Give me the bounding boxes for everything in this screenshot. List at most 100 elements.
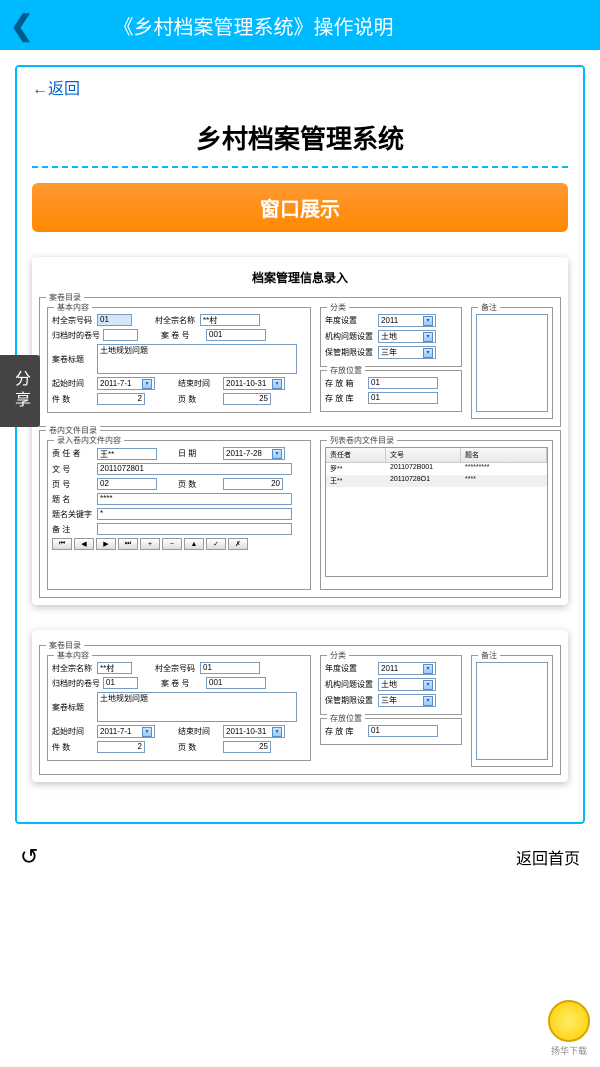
group-main-2: 案卷目录 基本内容 村全宗名称 **村 村全宗号码 01 归档时的卷号 01 xyxy=(39,645,561,775)
end-label-2: 结束时间 xyxy=(178,726,220,737)
col-title: 题名 xyxy=(461,448,547,462)
code-label-2: 村全宗号码 xyxy=(155,663,197,674)
group-storage-label: 存放位置 xyxy=(327,365,365,376)
name-label-2: 村全宗名称 xyxy=(52,663,94,674)
table-row[interactable]: 罗** 2011072B001 ********* xyxy=(326,463,547,475)
date-select[interactable]: 2011-7-28▾ xyxy=(223,447,285,460)
name-input-2[interactable]: **村 xyxy=(97,662,132,674)
page-title: 乡村档案管理系统 xyxy=(32,119,568,156)
entry-title-input[interactable]: **** xyxy=(97,493,292,505)
keyword-input[interactable]: * xyxy=(97,508,292,520)
code-input[interactable]: 01 xyxy=(97,314,132,326)
pages-input-2[interactable]: 25 xyxy=(223,741,271,753)
responsible-label: 责 任 者 xyxy=(52,448,94,459)
bottom-home-button[interactable]: 返回首页 xyxy=(516,845,580,869)
org-label: 机构问题设置 xyxy=(325,331,375,342)
group-basic: 基本内容 村全宗号码 01 村全宗名称 **村 归档时的卷号 案 卷 号 001 xyxy=(47,307,311,413)
main-content: ←返回 乡村档案管理系统 窗口展示 档案管理信息录入 案卷目录 基本内容 村全宗… xyxy=(15,65,585,824)
start-select-2[interactable]: 2011-7-1▾ xyxy=(97,725,155,738)
end-select[interactable]: 2011-10-31▾ xyxy=(223,377,285,390)
remark-input[interactable] xyxy=(476,314,548,412)
group-list: 列表卷内文件目录 责任者 文号 题名 罗** 2011072B001 *****… xyxy=(320,440,553,590)
nav-next-button[interactable]: ▶ xyxy=(96,538,116,550)
file-table[interactable]: 责任者 文号 题名 罗** 2011072B001 ********* 王** xyxy=(325,447,548,577)
org-label-2: 机构问题设置 xyxy=(325,679,375,690)
group-storage-2: 存放位置 存 放 库 01 xyxy=(320,718,462,745)
start-label-2: 起始时间 xyxy=(52,726,94,737)
remark-input-2[interactable] xyxy=(476,662,548,760)
nav-add-button[interactable]: + xyxy=(140,538,160,550)
title-input[interactable]: 土地规划问题 xyxy=(97,344,297,374)
store-input-2[interactable]: 01 xyxy=(368,725,438,737)
group-storage: 存放位置 存 放 箱 01 存 放 库 01 xyxy=(320,370,462,412)
name-input[interactable]: **村 xyxy=(200,314,260,326)
pagenum-label: 页 号 xyxy=(52,479,94,490)
back-link[interactable]: ←返回 xyxy=(32,75,568,99)
code-input-2[interactable]: 01 xyxy=(200,662,260,674)
group-remark-label: 备注 xyxy=(478,302,500,313)
pages-label-2: 页 数 xyxy=(178,742,220,753)
start-label: 起始时间 xyxy=(52,378,94,389)
archive-num-input-2[interactable]: 01 xyxy=(103,677,138,689)
group-entry-label: 录入卷内文件内容 xyxy=(54,435,124,446)
count-input-2[interactable]: 2 xyxy=(97,741,145,753)
title-input-2[interactable]: 土地规划问题 xyxy=(97,692,297,722)
year-select[interactable]: 2011▾ xyxy=(378,314,436,327)
screenshot-card-2: 案卷目录 基本内容 村全宗名称 **村 村全宗号码 01 归档时的卷号 01 xyxy=(32,630,568,782)
table-row[interactable]: 王** 20110728O1 **** xyxy=(326,475,547,487)
group-list-label: 列表卷内文件目录 xyxy=(327,435,397,446)
keyword-label: 题名关键字 xyxy=(52,509,94,520)
pages-input[interactable]: 25 xyxy=(223,393,271,405)
pages-label: 页 数 xyxy=(178,394,220,405)
group-category-label-2: 分类 xyxy=(327,650,349,661)
responsible-input[interactable]: 王** xyxy=(97,448,157,460)
docnum-input[interactable]: 2011072801 xyxy=(97,463,292,475)
nav-toolbar: ⏮ ◀ ▶ ⏭ + − ▲ ✓ ✗ xyxy=(52,538,306,550)
group-remark: 备注 xyxy=(471,307,553,419)
nav-cancel-button[interactable]: ✗ xyxy=(228,538,248,550)
watermark-badge-icon xyxy=(548,1000,590,1042)
start-select[interactable]: 2011-7-1▾ xyxy=(97,377,155,390)
nav-save-button[interactable]: ✓ xyxy=(206,538,226,550)
retain-label-2: 保管期限设置 xyxy=(325,695,375,706)
back-icon[interactable]: ❮ xyxy=(10,9,33,42)
volume-label-2: 案 卷 号 xyxy=(161,678,203,689)
nav-last-button[interactable]: ⏭ xyxy=(118,538,138,550)
code-label: 村全宗号码 xyxy=(52,315,94,326)
pagecount-input[interactable]: 20 xyxy=(223,478,283,490)
volume-input[interactable]: 001 xyxy=(206,329,266,341)
retain-select-2[interactable]: 三年▾ xyxy=(378,694,436,707)
box-input[interactable]: 01 xyxy=(368,377,438,389)
title-label-2: 案卷标题 xyxy=(52,702,94,713)
org-select-2[interactable]: 土地▾ xyxy=(378,678,436,691)
pagecount-label: 页 数 xyxy=(178,479,220,490)
group-category-label: 分类 xyxy=(327,302,349,313)
name-label: 村全宗名称 xyxy=(155,315,197,326)
year-select-2[interactable]: 2011▾ xyxy=(378,662,436,675)
col-docnum: 文号 xyxy=(386,448,461,462)
volume-label: 案 卷 号 xyxy=(161,330,203,341)
header-title: 《乡村档案管理系统》操作说明 xyxy=(113,11,393,40)
retain-select[interactable]: 三年▾ xyxy=(378,346,436,359)
date-label: 日 期 xyxy=(178,448,220,459)
org-select[interactable]: 土地▾ xyxy=(378,330,436,343)
volume-input-2[interactable]: 001 xyxy=(206,677,266,689)
nav-delete-button[interactable]: − xyxy=(162,538,182,550)
nav-first-button[interactable]: ⏮ xyxy=(52,538,72,550)
end-label: 结束时间 xyxy=(178,378,220,389)
group-category: 分类 年度设置 2011▾ 机构问题设置 土地▾ xyxy=(320,307,462,367)
group-basic-2: 基本内容 村全宗名称 **村 村全宗号码 01 归档时的卷号 01 案 卷 号 … xyxy=(47,655,311,761)
archive-num-input[interactable] xyxy=(103,329,138,341)
count-input[interactable]: 2 xyxy=(97,393,145,405)
share-tab[interactable]: 分享 xyxy=(0,355,40,427)
nav-prev-button[interactable]: ◀ xyxy=(74,538,94,550)
nav-edit-button[interactable]: ▲ xyxy=(184,538,204,550)
group-category-2: 分类 年度设置 2011▾ 机构问题设置 土地▾ xyxy=(320,655,462,715)
store-input[interactable]: 01 xyxy=(368,392,438,404)
end-select-2[interactable]: 2011-10-31▾ xyxy=(223,725,285,738)
bottom-back-icon[interactable]: ↺ xyxy=(20,844,38,870)
pagenum-input[interactable]: 02 xyxy=(97,478,157,490)
divider xyxy=(32,166,568,168)
group-volume-files: 卷内文件目录 录入卷内文件内容 责 任 者 王** 日 期 2011-7-28▾ xyxy=(39,430,561,598)
entry-remark-input[interactable] xyxy=(97,523,292,535)
